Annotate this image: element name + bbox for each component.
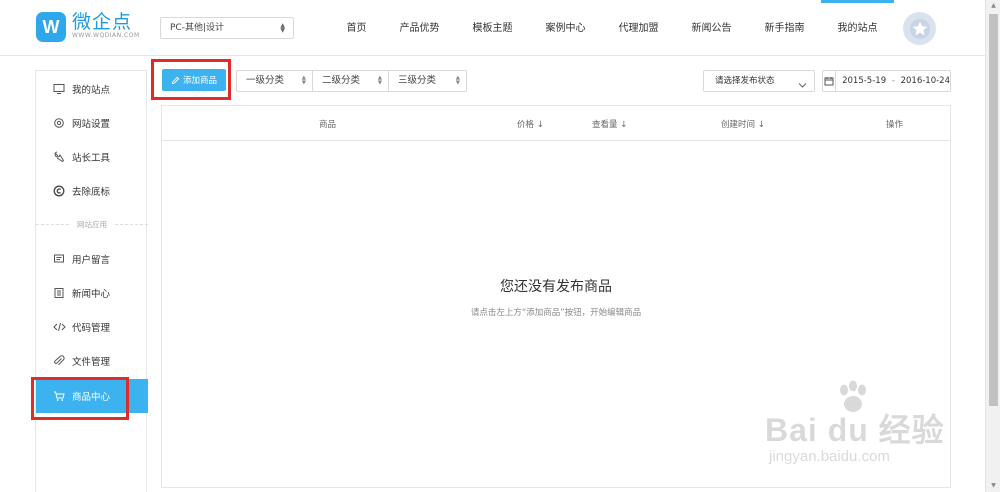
- sidebar-item-label: 文件管理: [72, 357, 111, 368]
- chevron-down-icon: [798, 77, 807, 97]
- sidebar-item-code-management[interactable]: 代码管理: [36, 310, 148, 344]
- document-icon: [52, 286, 66, 300]
- updown-arrows-icon: ▲ ▼: [280, 22, 285, 34]
- sidebar-item-label: 新闻中心: [72, 289, 111, 300]
- column-views-sort[interactable]: 查看量 ↓: [592, 118, 627, 130]
- category-filters: 一级分类 ▲ ▼ 二级分类 ▲ ▼ 三级分类 ▲ ▼: [236, 70, 467, 92]
- highlight-box-product-center: [31, 377, 129, 420]
- sidebar-item-label: 站长工具: [72, 153, 111, 164]
- sidebar: 我的站点 网站设置 站长工具 去除底标 网站应用 用户留言 新闻中心 代码管理 …: [35, 70, 148, 492]
- sidebar-item-label: 代码管理: [72, 323, 111, 334]
- page-scrollbar[interactable]: ▲ ▼: [985, 0, 1000, 492]
- table-header: 商品 价格 ↓ 查看量 ↓ 创建时间 ↓ 操作: [162, 106, 950, 141]
- nav-my-sites[interactable]: 我的站点: [821, 0, 894, 56]
- star-avatar-icon: [909, 18, 930, 39]
- category-level3-select[interactable]: 三级分类 ▲ ▼: [389, 71, 466, 91]
- category-level3-value: 三级分类: [398, 75, 437, 86]
- code-icon: [52, 320, 66, 334]
- nav-templates[interactable]: 模板主题: [456, 0, 529, 56]
- sidebar-item-label: 用户留言: [72, 255, 111, 266]
- sidebar-item-label: 网站设置: [72, 119, 111, 130]
- category-level1-select[interactable]: 一级分类 ▲ ▼: [237, 71, 313, 91]
- monitor-icon: [52, 82, 66, 96]
- date-range-picker[interactable]: 2015-5-19 - 2016-10-24: [822, 70, 951, 92]
- main-nav: 首页 产品优势 模板主题 案例中心 代理加盟 新闻公告 新手指南 我的站点: [330, 0, 894, 56]
- column-product: 商品: [319, 120, 337, 130]
- date-end: 2016-10-24: [900, 76, 950, 86]
- scroll-thumb[interactable]: [989, 14, 998, 406]
- nav-home[interactable]: 首页: [330, 0, 383, 56]
- publish-status-value: 请选择发布状态: [715, 76, 775, 86]
- message-icon: [52, 252, 66, 266]
- nav-cases[interactable]: 案例中心: [529, 0, 602, 56]
- nav-advantages[interactable]: 产品优势: [383, 0, 456, 56]
- product-table: 商品 价格 ↓ 查看量 ↓ 创建时间 ↓ 操作 您还没有发布商品 请点击左上方“…: [161, 105, 951, 488]
- site-selector-value: PC-其他|设计: [170, 23, 224, 33]
- publish-status-select[interactable]: 请选择发布状态: [703, 70, 815, 92]
- column-price-sort[interactable]: 价格 ↓: [517, 118, 544, 130]
- sidebar-item-label: 我的站点: [72, 85, 111, 96]
- updown-arrows-icon: ▲ ▼: [455, 75, 460, 86]
- column-created-sort[interactable]: 创建时间 ↓: [721, 118, 765, 130]
- scroll-down-arrow-icon[interactable]: ▼: [986, 480, 1000, 492]
- logo[interactable]: W 微企点 WWW.WQDIAN.COM: [36, 12, 140, 42]
- nav-news[interactable]: 新闻公告: [675, 0, 748, 56]
- logo-badge: W: [36, 12, 66, 42]
- column-actions: 操作: [886, 120, 904, 130]
- sidebar-item-webmaster-tools[interactable]: 站长工具: [36, 140, 148, 174]
- nav-agency[interactable]: 代理加盟: [602, 0, 675, 56]
- date-start: 2015-5-19: [842, 76, 887, 86]
- sidebar-item-news-center[interactable]: 新闻中心: [36, 276, 148, 310]
- category-level1-value: 一级分类: [246, 75, 285, 86]
- updown-arrows-icon: ▲ ▼: [377, 75, 382, 86]
- top-header: W 微企点 WWW.WQDIAN.COM PC-其他|设计 ▲ ▼ 首页 产品优势…: [0, 0, 1000, 56]
- highlight-box-add-product: [151, 59, 231, 100]
- category-level2-select[interactable]: 二级分类 ▲ ▼: [313, 71, 389, 91]
- empty-state-hint: 请点击左上方“添加商品”按钮，开始编辑商品: [470, 308, 642, 318]
- gear-icon: [52, 116, 66, 130]
- wrench-icon: [52, 150, 66, 164]
- user-avatar[interactable]: [903, 12, 936, 45]
- empty-state-title: 您还没有发布商品: [500, 279, 612, 295]
- site-selector[interactable]: PC-其他|设计 ▲ ▼: [160, 17, 294, 39]
- date-range-text: 2015-5-19 - 2016-10-24: [836, 76, 950, 86]
- paperclip-icon: [52, 354, 66, 368]
- updown-arrows-icon: ▲ ▼: [301, 75, 306, 86]
- scroll-up-arrow-icon[interactable]: ▲: [986, 0, 1000, 12]
- nav-guide[interactable]: 新手指南: [748, 0, 821, 56]
- logo-domain: WWW.WQDIAN.COM: [72, 32, 140, 39]
- logo-name: 微企点: [72, 11, 133, 33]
- logo-text: 微企点 WWW.WQDIAN.COM: [72, 12, 140, 40]
- calendar-icon: [823, 71, 837, 91]
- category-level2-value: 二级分类: [322, 75, 361, 86]
- sidebar-item-site-settings[interactable]: 网站设置: [36, 106, 148, 140]
- sidebar-item-messages[interactable]: 用户留言: [36, 242, 148, 276]
- sidebar-item-file-management[interactable]: 文件管理: [36, 344, 148, 378]
- sidebar-item-label: 去除底标: [72, 187, 111, 198]
- copyright-icon: [52, 184, 66, 198]
- sidebar-group-label: 网站应用: [36, 219, 148, 230]
- sidebar-item-remove-footer[interactable]: 去除底标: [36, 174, 148, 208]
- sidebar-item-my-sites[interactable]: 我的站点: [36, 72, 148, 106]
- date-separator: -: [891, 76, 895, 86]
